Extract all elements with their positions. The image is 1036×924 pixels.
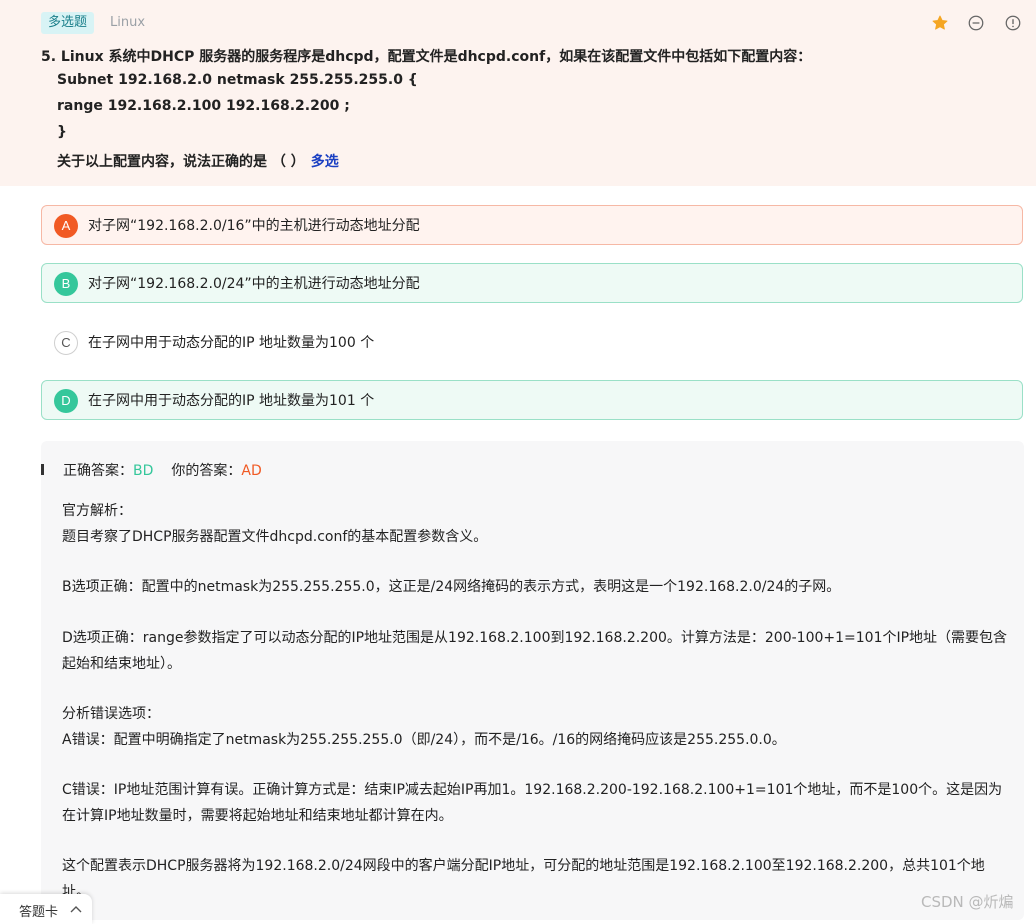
option-letter-badge: C	[54, 331, 78, 355]
analysis-paragraph: 分析错误选项： A错误：配置中明确指定了netmask为255.255.255.…	[62, 706, 786, 748]
option-text: 在子网中用于动态分配的IP 地址数量为101 个	[88, 393, 375, 409]
watermark: CSDN @炘煸	[921, 893, 1014, 911]
multi-select-note: 多选	[310, 154, 339, 170]
question-type-tag: 多选题	[41, 12, 95, 34]
config-line: range 192.168.2.100 192.168.2.200 ;	[57, 98, 350, 114]
analysis-paragraph: 官方解析： 题目考察了DHCP服务器配置文件dhcpd.conf的基本配置参数含…	[62, 503, 488, 545]
star-icon[interactable]	[931, 14, 949, 32]
analysis-paragraph: B选项正确：配置中的netmask为255.255.255.0，这正是/24网络…	[62, 579, 841, 595]
option-c[interactable]: C 在子网中用于动态分配的IP 地址数量为100 个	[41, 322, 1023, 362]
option-text: 对子网“192.168.2.0/16”中的主机进行动态地址分配	[88, 218, 420, 234]
minus-circle-icon[interactable]	[967, 14, 985, 32]
subject-tag: Linux	[110, 15, 146, 30]
option-text: 在子网中用于动态分配的IP 地址数量为100 个	[88, 335, 375, 351]
correct-answer-value: BD	[133, 463, 154, 479]
your-answer-value: AD	[241, 463, 262, 479]
section-marker	[41, 464, 44, 475]
question-header: 多选题 Linux 5. Linux 系统中DHCP 服务器的服务程序是dhcp…	[0, 0, 1036, 186]
config-line: Subnet 192.168.2.0 netmask 255.255.255.0…	[57, 72, 418, 88]
option-letter-badge: D	[54, 389, 78, 413]
option-a[interactable]: A 对子网“192.168.2.0/16”中的主机进行动态地址分配	[41, 205, 1023, 245]
answer-summary: 正确答案：BD 你的答案：AD	[63, 460, 262, 480]
analysis-paragraph: C错误：IP地址范围计算有误。正确计算方式是：结束IP减去起始IP再加1。192…	[62, 782, 1003, 824]
question-prompt: 关于以上配置内容，说法正确的是 （ ） 多选	[57, 151, 339, 171]
answer-card-label: 答题卡	[19, 905, 59, 920]
config-line: }	[57, 124, 67, 140]
option-letter-badge: A	[54, 214, 78, 238]
correct-answer-label: 正确答案：	[63, 463, 133, 479]
option-b[interactable]: B 对子网“192.168.2.0/24”中的主机进行动态地址分配	[41, 263, 1023, 303]
chevron-up-icon	[70, 906, 82, 913]
analysis-paragraph: 这个配置表示DHCP服务器将为192.168.2.0/24网段中的客户端分配IP…	[62, 858, 985, 900]
analysis-panel: 正确答案：BD 你的答案：AD 官方解析： 题目考察了DHCP服务器配置文件dhc…	[41, 441, 1024, 920]
question-stem: 5. Linux 系统中DHCP 服务器的服务程序是dhcpd，配置文件是dhc…	[41, 49, 812, 65]
question-prompt-text: 关于以上配置内容，说法正确的是 （ ）	[57, 154, 305, 170]
option-letter-badge: B	[54, 272, 78, 296]
option-text: 对子网“192.168.2.0/24”中的主机进行动态地址分配	[88, 276, 420, 292]
analysis-paragraph: D选项正确：range参数指定了可以动态分配的IP地址范围是从192.168.2…	[62, 630, 1008, 672]
option-d[interactable]: D 在子网中用于动态分配的IP 地址数量为101 个	[41, 380, 1023, 420]
info-circle-icon[interactable]	[1004, 14, 1022, 32]
your-answer-label: 你的答案：	[171, 463, 242, 479]
